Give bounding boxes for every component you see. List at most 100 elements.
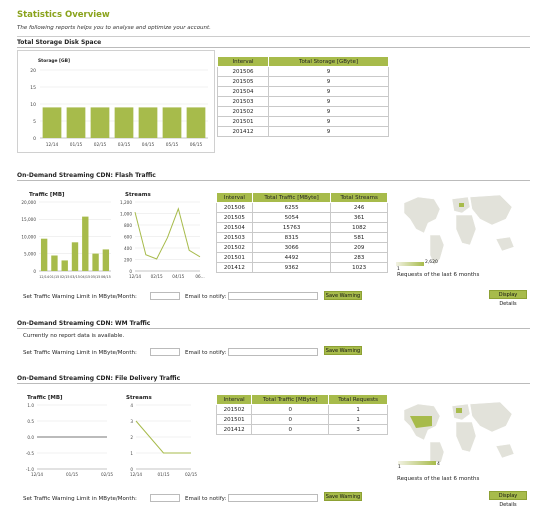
table-cell: 361 [330, 212, 388, 223]
disk-chart-panel: Storage [GB] 0 5 10 15 20 12/14 01/15 02/15 03/15… [17, 50, 215, 153]
table-row: 201501 9 [216, 116, 389, 127]
x-tick-label: 12/14 [129, 274, 141, 279]
table-cell: 0 [251, 414, 330, 425]
y-tick-label: 800 [124, 223, 132, 228]
table-cell: 3 [328, 424, 388, 435]
y-tick-label: 1,200 [120, 200, 132, 205]
y-tick-label: 400 [124, 246, 132, 251]
bar [138, 107, 158, 138]
column-header[interactable]: Interval [216, 192, 253, 203]
table-cell: 9 [268, 66, 389, 77]
y-tick-label: 5,000 [24, 252, 36, 257]
map-caption: Requests of the last 6 months [397, 476, 480, 482]
file-warning-input[interactable] [150, 494, 180, 502]
y-tick-label: 1.0 [27, 403, 34, 408]
table-cell: 201506 [216, 66, 270, 77]
table-cell: 1 [328, 404, 388, 415]
file-traffic-chart: Traffic [MB]-1.0-0.50.00.51.012/14 01/15 0… [26, 395, 114, 477]
table-row: 201412 9362 1023 [216, 262, 388, 273]
flash-display-details-button[interactable]: Display Details [489, 290, 527, 307]
x-tick-label: 03/15 [118, 142, 131, 148]
map-legend-max: 2,620 [425, 260, 438, 265]
column-header[interactable]: Total Storage [GByte] [268, 56, 389, 67]
table-cell: 201502 [216, 106, 270, 117]
x-tick-label: 05/15 [166, 142, 179, 148]
table-cell: 201501 [216, 116, 270, 127]
y-tick-label: 5 [33, 119, 36, 125]
x-tick-label: 06... [195, 274, 204, 279]
table-row: 201504 9 [216, 86, 389, 97]
file-streams-chart: Streams0123412/14 01/15 02/15 [126, 395, 197, 477]
x-tick-label: 06/15 [190, 142, 203, 148]
y-tick-label: 15 [30, 85, 36, 91]
table-cell: 209 [330, 242, 388, 253]
file-email-input[interactable] [228, 494, 318, 502]
bar [102, 249, 110, 271]
table-row: 201504 15763 1082 [216, 222, 388, 233]
column-header[interactable]: Total Streams [330, 192, 388, 203]
y-tick-label: 20,000 [21, 200, 36, 205]
y-tick-label: 4 [130, 403, 133, 408]
wm-warning-input[interactable] [150, 348, 180, 356]
table-cell: 9 [268, 116, 389, 127]
y-tick-label: -0.5 [26, 451, 35, 456]
y-tick-label: 0.5 [27, 419, 34, 424]
y-tick-label: 0 [33, 136, 36, 142]
chart-title: Traffic [MB] [27, 395, 63, 401]
file-display-details-button[interactable]: Display Details [489, 491, 527, 508]
map-region-africa [455, 214, 477, 246]
column-header[interactable]: Total Traffic [MByte] [251, 394, 330, 405]
wm-save-warning-button[interactable]: Save Warning [324, 346, 362, 355]
x-tick-label: 04/15 [172, 274, 184, 279]
x-tick-label: 03/15 [70, 275, 80, 279]
table-cell: 201502 [215, 404, 253, 415]
wm-email-input[interactable] [228, 348, 318, 356]
table-row: 201412 0 3 [215, 424, 388, 435]
x-tick-label: 04/15 [142, 142, 155, 148]
table-cell: 201412 [216, 262, 253, 273]
map-caption: Requests of the last 6 months [397, 272, 480, 278]
y-tick-label: 0 [33, 269, 36, 274]
flash-email-label: Email to notify: [185, 294, 227, 300]
flash-save-warning-button[interactable]: Save Warning [324, 291, 362, 300]
x-tick-label: 04/15 [80, 275, 90, 279]
bar [40, 238, 48, 271]
y-tick-label: 3 [130, 419, 133, 424]
section-title-file: On-Demand Streaming CDN: File Delivery T… [17, 375, 181, 382]
table-cell: 283 [330, 252, 388, 263]
y-tick-label: 10,000 [21, 234, 36, 239]
x-tick-label: 02/15 [94, 142, 107, 148]
table-row: 201505 9 [216, 76, 389, 87]
column-header[interactable]: Interval [216, 56, 270, 67]
y-tick-label: 200 [124, 257, 132, 262]
map-legend-max: 4 [437, 462, 440, 467]
flash-warning-label: Set Traffic Warning Limit in MByte/Month… [23, 294, 137, 300]
y-tick-label: 10 [30, 102, 36, 108]
table-row: 201502 9 [216, 106, 389, 117]
file-world-map [403, 401, 515, 462]
x-tick-label: 12/14 [46, 142, 59, 148]
flash-email-input[interactable] [228, 292, 318, 300]
table-cell: 201412 [216, 126, 270, 137]
column-header[interactable]: Total Traffic [MByte] [251, 192, 332, 203]
table-cell: 9 [268, 76, 389, 87]
column-header[interactable]: Total Requests [328, 394, 388, 405]
x-tick-label: 01/15 [157, 472, 169, 477]
table-row: 201502 0 1 [215, 404, 388, 415]
x-tick-label: 12/14 [39, 275, 49, 279]
y-tick-label: 1,000 [120, 211, 132, 216]
chart-title: Storage [GB] [38, 58, 70, 64]
y-tick-label: 20 [30, 68, 36, 74]
map-legend-gradient [398, 461, 436, 465]
wm-email-label: Email to notify: [185, 350, 227, 356]
divider [17, 36, 530, 37]
table-cell: 201502 [216, 242, 253, 253]
table-cell: 9362 [251, 262, 332, 273]
map-region-asia [469, 194, 513, 226]
table-cell: 201501 [215, 414, 253, 425]
flash-warning-input[interactable] [150, 292, 180, 300]
file-save-warning-button[interactable]: Save Warning [324, 492, 362, 501]
column-header[interactable]: Interval [215, 394, 253, 405]
map-region-australia [495, 236, 515, 252]
x-tick-label: 02/15 [60, 275, 70, 279]
